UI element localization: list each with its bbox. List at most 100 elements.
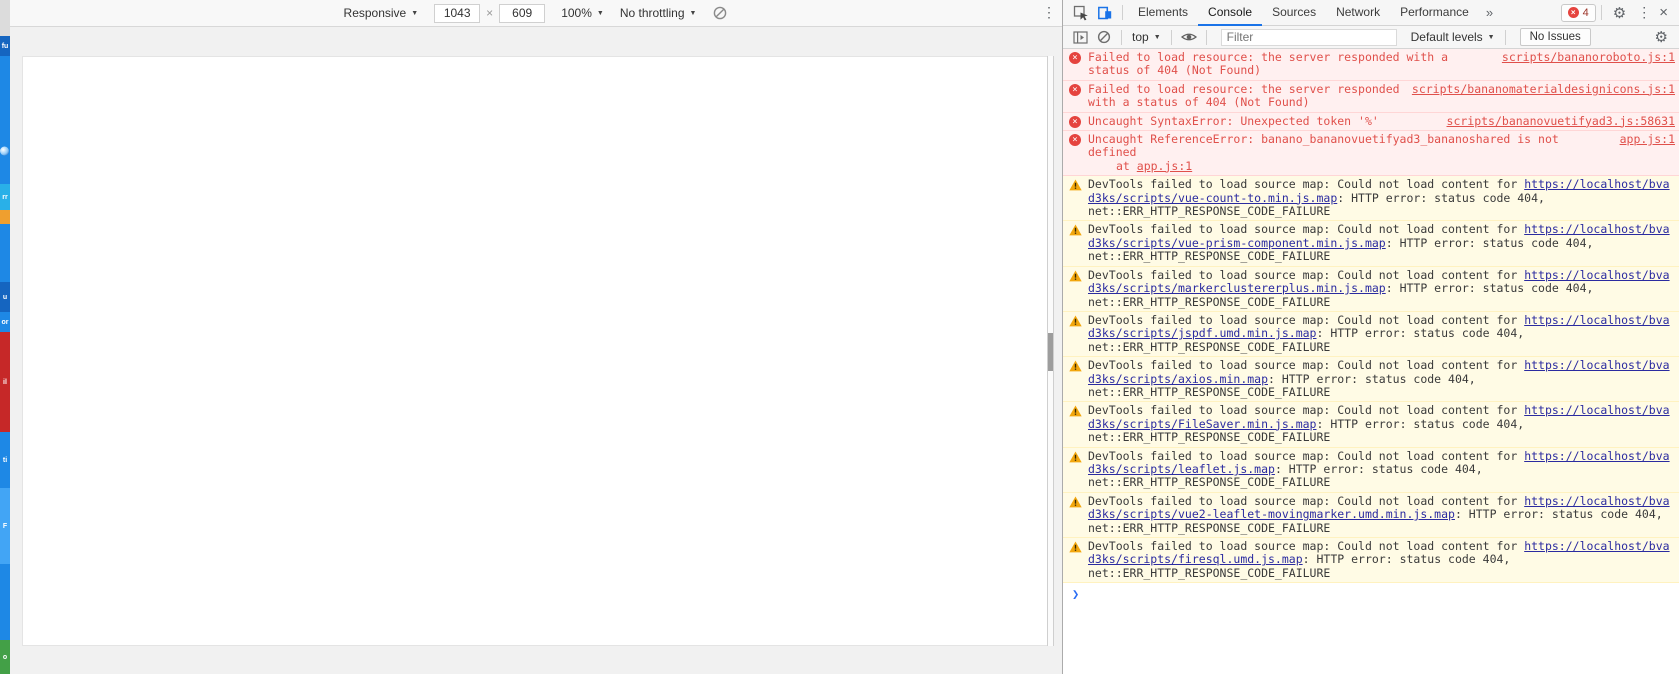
warning-icon bbox=[1069, 270, 1082, 282]
desktop-icon-fragment-label: fu bbox=[1, 42, 9, 50]
console-message: DevTools failed to load source map: Coul… bbox=[1063, 176, 1679, 222]
source-map-url-link[interactable]: https://localhost/bvad3ks/scripts/vue-pr… bbox=[1088, 222, 1670, 250]
desktop-icon-fragment: o bbox=[0, 640, 10, 674]
devtools-menu-kebab-icon[interactable]: ⋮ bbox=[1632, 4, 1656, 21]
stack-link[interactable]: app.js:1 bbox=[1137, 159, 1192, 173]
devtools-tabs: Elements Console Sources Network Performance bbox=[1128, 0, 1479, 26]
source-map-url-link[interactable]: https://localhost/bvad3ks/scripts/vue2-l… bbox=[1088, 494, 1670, 521]
browser-window: fu rr u or il ti Fo Responsive ▼ × 100% ▼ bbox=[0, 0, 1679, 674]
error-message: Uncaught SyntaxError: Unexpected token '… bbox=[1088, 113, 1379, 128]
inspect-element-icon[interactable] bbox=[1069, 2, 1093, 24]
context-selector[interactable]: top ▼ bbox=[1132, 30, 1161, 44]
console-message: × Failed to load resource: the server res… bbox=[1063, 49, 1679, 81]
no-issues-button[interactable]: No Issues bbox=[1519, 28, 1591, 46]
close-devtools-icon[interactable]: × bbox=[1656, 4, 1673, 21]
error-message: Failed to load resource: the server resp… bbox=[1088, 81, 1400, 110]
source-link[interactable]: scripts/bananovuetifyad3.js:58631 bbox=[1447, 114, 1675, 128]
zoom-dropdown[interactable]: 100% ▼ bbox=[561, 6, 604, 20]
source-link[interactable]: scripts/bananoroboto.js:1 bbox=[1502, 50, 1675, 64]
source-map-url-link[interactable]: https://localhost/bvad3ks/scripts/marker… bbox=[1088, 268, 1670, 295]
error-icon: × bbox=[1069, 83, 1082, 96]
console-message-text: Failed to load resource: the server resp… bbox=[1088, 81, 1675, 110]
console-settings-gear-icon[interactable]: ⚙ bbox=[1649, 28, 1674, 46]
throttling-dropdown[interactable]: No throttling ▼ bbox=[620, 6, 697, 20]
tab-performance[interactable]: Performance bbox=[1390, 0, 1479, 26]
clear-console-icon[interactable] bbox=[1092, 26, 1116, 48]
desktop-icon-fragment bbox=[0, 210, 10, 224]
source-map-url-link[interactable]: https://localhost/bvad3ks/scripts/leafle… bbox=[1088, 449, 1670, 476]
console-message-text: Uncaught SyntaxError: Unexpected token '… bbox=[1088, 113, 1675, 128]
settings-gear-icon[interactable]: ⚙ bbox=[1607, 4, 1632, 22]
source-map-url-link[interactable]: https://localhost/bvad3ks/scripts/FileSa… bbox=[1088, 403, 1670, 431]
console-message-text: Failed to load resource: the server resp… bbox=[1088, 50, 1675, 78]
desktop-icon-fragment bbox=[0, 56, 10, 118]
caret-down-icon: ▼ bbox=[411, 9, 419, 17]
error-message: Uncaught ReferenceError: banano_bananovu… bbox=[1088, 132, 1608, 173]
desktop-icon-fragment-label: or bbox=[1, 318, 9, 326]
console-error-badge[interactable]: × 4 bbox=[1560, 3, 1596, 22]
error-message: Failed to load resource: the server resp… bbox=[1088, 50, 1449, 78]
page-scrollbar-thumb[interactable] bbox=[1048, 333, 1053, 371]
console-prompt[interactable]: ❯ bbox=[1063, 583, 1679, 601]
console-message: × Uncaught ReferenceError: banano_bananov… bbox=[1063, 131, 1679, 177]
tab-network[interactable]: Network bbox=[1326, 0, 1390, 26]
rotate-disabled-icon[interactable] bbox=[712, 5, 728, 21]
device-toolbar-menu-kebab-icon[interactable]: ⋮ bbox=[1042, 4, 1056, 21]
desktop-icon-fragment bbox=[0, 564, 10, 640]
zoom-label: 100% bbox=[561, 6, 592, 20]
console-message-text: DevTools failed to load source map: Coul… bbox=[1088, 267, 1670, 309]
desktop-icon-fragment-label: o bbox=[2, 653, 8, 661]
console-message: DevTools failed to load source map: Coul… bbox=[1063, 447, 1679, 493]
console-message: DevTools failed to load source map: Coul… bbox=[1063, 266, 1679, 312]
console-message-text: DevTools failed to load source map: Coul… bbox=[1088, 493, 1670, 535]
toolbar-separator bbox=[1600, 5, 1602, 20]
message-source: scripts/bananovuetifyad3.js:58631 bbox=[1447, 114, 1675, 128]
tab-elements[interactable]: Elements bbox=[1128, 0, 1198, 26]
desktop-icon-fragment: rr bbox=[0, 184, 10, 210]
message-source: app.js:1 bbox=[1620, 132, 1675, 146]
source-map-url-link[interactable]: https://localhost/bvad3ks/scripts/firesq… bbox=[1088, 539, 1670, 566]
warning-icon bbox=[1069, 541, 1082, 553]
warning-icon bbox=[1069, 451, 1082, 463]
page-viewport[interactable] bbox=[22, 56, 1054, 646]
device-toolbar: Responsive ▼ × 100% ▼ No throttling ▼ bbox=[10, 0, 1062, 27]
console-message-text: DevTools failed to load source map: Coul… bbox=[1088, 448, 1670, 490]
console-message-text: DevTools failed to load source map: Coul… bbox=[1088, 312, 1670, 354]
toolbar-separator bbox=[1504, 29, 1506, 45]
console-message-text: DevTools failed to load source map: Coul… bbox=[1088, 539, 1670, 580]
more-tabs-icon[interactable]: » bbox=[1479, 5, 1500, 20]
source-link[interactable]: app.js:1 bbox=[1620, 132, 1675, 146]
source-map-url-link[interactable]: https://localhost/bvad3ks/scripts/axios.… bbox=[1088, 358, 1670, 385]
console-message-text: DevTools failed to load source map: Coul… bbox=[1088, 177, 1670, 219]
browser-logo-fragment-icon bbox=[0, 146, 9, 156]
toolbar-separator bbox=[1121, 29, 1122, 45]
desktop-icon-fragment-label: rr bbox=[2, 193, 8, 201]
viewport-height-input[interactable] bbox=[499, 3, 546, 23]
page-scrollbar[interactable] bbox=[1047, 56, 1054, 646]
toolbar-separator bbox=[1122, 5, 1123, 20]
stack-frame: at app.js:1 bbox=[1116, 158, 1193, 173]
prompt-chevron-icon: ❯ bbox=[1072, 587, 1080, 602]
console-sidebar-toggle-icon[interactable] bbox=[1068, 26, 1092, 48]
error-icon: × bbox=[1567, 7, 1579, 18]
message-source: scripts/bananomaterialdesignicons.js:1 bbox=[1412, 82, 1675, 96]
live-expression-eye-icon[interactable] bbox=[1177, 26, 1201, 48]
source-map-url-link[interactable]: https://localhost/bvad3ks/scripts/vue-co… bbox=[1088, 177, 1670, 204]
device-type-dropdown[interactable]: Responsive ▼ bbox=[344, 6, 419, 20]
console-message: × Failed to load resource: the server res… bbox=[1063, 80, 1679, 113]
caret-down-icon: ▼ bbox=[596, 9, 604, 17]
tab-console[interactable]: Console bbox=[1198, 0, 1263, 26]
console-message: DevTools failed to load source map: Coul… bbox=[1063, 357, 1679, 403]
log-levels-dropdown[interactable]: Default levels ▼ bbox=[1411, 30, 1495, 44]
source-map-url-link[interactable]: https://localhost/bvad3ks/scripts/jspdf.… bbox=[1088, 313, 1670, 340]
error-circle-x-icon: × bbox=[1069, 83, 1081, 96]
viewport-area bbox=[10, 27, 1062, 674]
desktop-icon-fragment-label: u bbox=[2, 293, 8, 301]
viewport-width-input[interactable] bbox=[434, 3, 481, 23]
device-toolbar-toggle-icon[interactable] bbox=[1093, 2, 1117, 24]
desktop-icon-fragment: or bbox=[0, 312, 10, 332]
error-circle-x-icon: × bbox=[1069, 134, 1081, 147]
source-link[interactable]: scripts/bananomaterialdesignicons.js:1 bbox=[1412, 82, 1675, 96]
tab-sources[interactable]: Sources bbox=[1262, 0, 1326, 26]
console-filter-input[interactable] bbox=[1220, 28, 1397, 46]
